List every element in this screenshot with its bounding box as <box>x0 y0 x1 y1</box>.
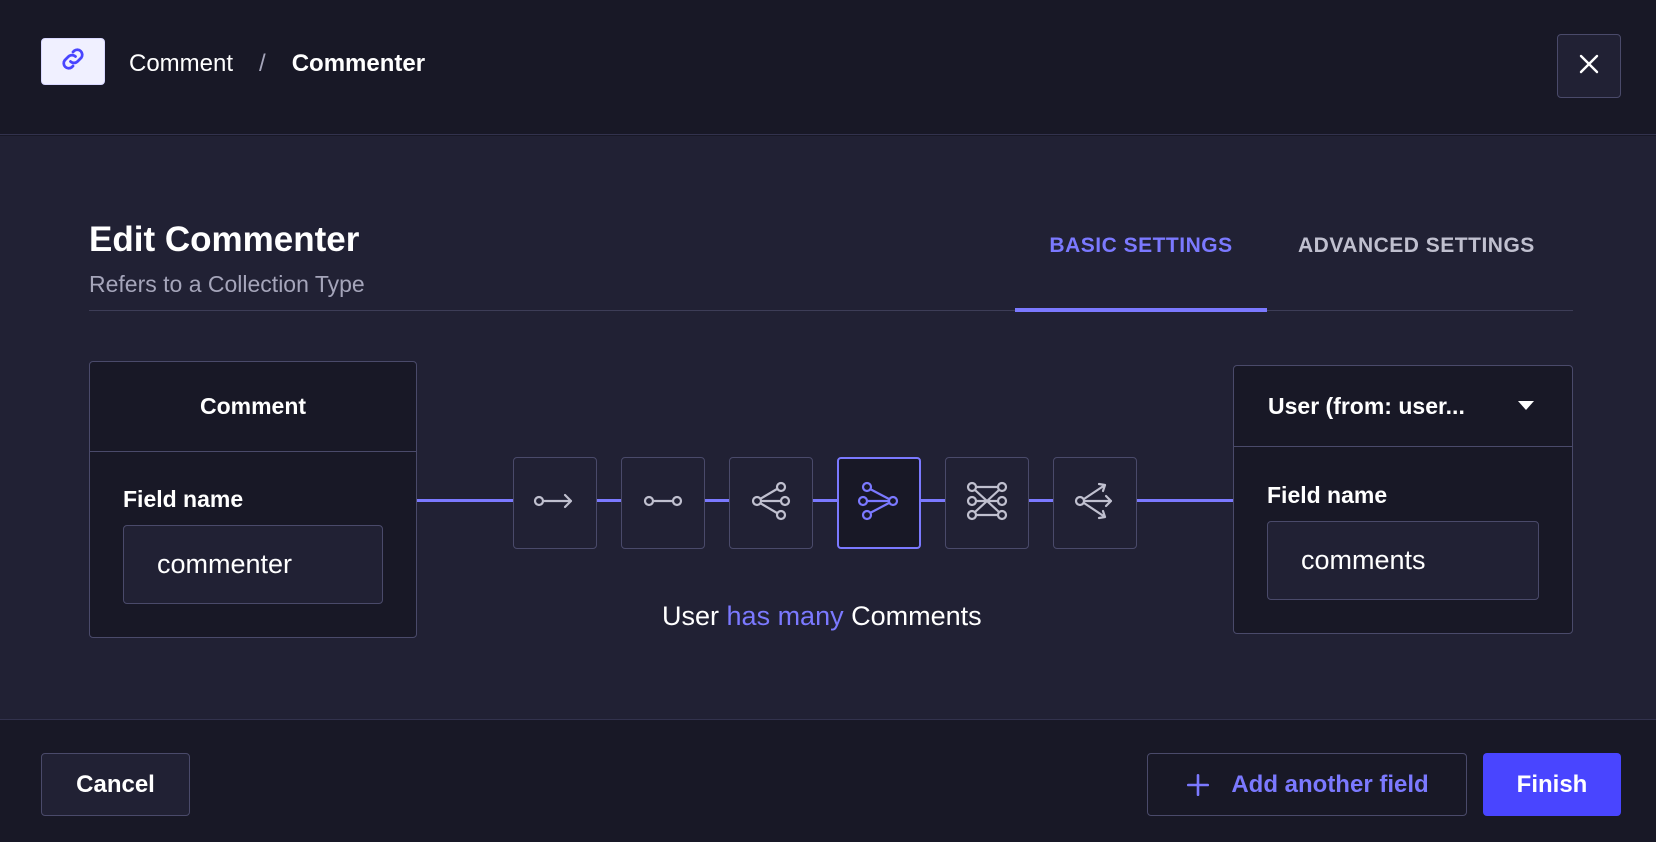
target-field-name-label: Field name <box>1267 482 1388 508</box>
finish-button[interactable]: Finish <box>1483 753 1621 816</box>
relation-verb: has many <box>726 601 844 631</box>
modal-footer: Cancel Add another field Finish <box>0 719 1656 842</box>
source-collection-title: Comment <box>90 362 416 452</box>
many-way-relation-icon <box>1073 479 1117 528</box>
modal-body: Edit Commenter Refers to a Collection Ty… <box>0 136 1656 719</box>
relation-subject: User <box>662 601 720 631</box>
caret-down-icon <box>1518 401 1534 410</box>
target-collection-select[interactable]: User (from: user... <box>1234 366 1572 447</box>
target-collection-card: User (from: user... Field name <box>1233 365 1573 634</box>
source-field-name-input[interactable] <box>123 525 383 604</box>
add-another-field-button[interactable]: Add another field <box>1147 753 1467 816</box>
modal-header: Comment / Commenter <box>0 0 1656 135</box>
relation-many-way-button[interactable] <box>1053 457 1137 549</box>
source-field-name-label: Field name <box>123 486 244 512</box>
breadcrumb-current: Commenter <box>291 50 426 77</box>
one-to-one-relation-icon <box>641 489 685 518</box>
relation-description: User has many Comments <box>662 601 982 632</box>
one-to-many-relation-icon <box>749 479 793 528</box>
page-subtitle: Refers to a Collection Type <box>89 271 365 297</box>
add-another-field-label: Add another field <box>1231 770 1429 798</box>
relation-one-to-many-button[interactable] <box>729 457 813 549</box>
breadcrumb: Comment / Commenter <box>129 50 425 78</box>
breadcrumb-separator: / <box>259 50 266 77</box>
tab-advanced-settings[interactable]: ADVANCED SETTINGS <box>1298 234 1535 258</box>
close-button[interactable] <box>1557 34 1621 98</box>
target-collection-select-value: User (from: user... <box>1268 392 1465 419</box>
tab-basic-settings-label: BASIC SETTINGS <box>1049 234 1233 257</box>
tab-advanced-settings-label: ADVANCED SETTINGS <box>1298 234 1535 257</box>
relation-one-to-one-button[interactable] <box>621 457 705 549</box>
relation-one-way-button[interactable] <box>513 457 597 549</box>
plus-icon <box>1185 772 1211 798</box>
cancel-button[interactable]: Cancel <box>41 753 190 816</box>
relation-many-to-many-button[interactable] <box>945 457 1029 549</box>
tab-basic-settings[interactable]: BASIC SETTINGS <box>1015 234 1267 312</box>
breadcrumb-parent: Comment <box>129 50 234 77</box>
many-to-many-relation-icon <box>965 479 1009 528</box>
relation-many-to-one-button[interactable] <box>837 457 921 549</box>
link-icon <box>58 44 88 79</box>
active-tab-indicator <box>1015 308 1267 312</box>
relation-type-badge <box>41 38 105 85</box>
relation-object: Comments <box>851 601 982 631</box>
close-icon <box>1577 52 1601 81</box>
page-title: Edit Commenter <box>89 220 360 259</box>
many-to-one-relation-icon <box>857 479 901 528</box>
tabs-divider <box>89 310 1573 311</box>
source-collection-card: Comment Field name <box>89 361 417 638</box>
target-field-name-input[interactable] <box>1267 521 1539 600</box>
one-way-relation-icon <box>533 489 577 518</box>
